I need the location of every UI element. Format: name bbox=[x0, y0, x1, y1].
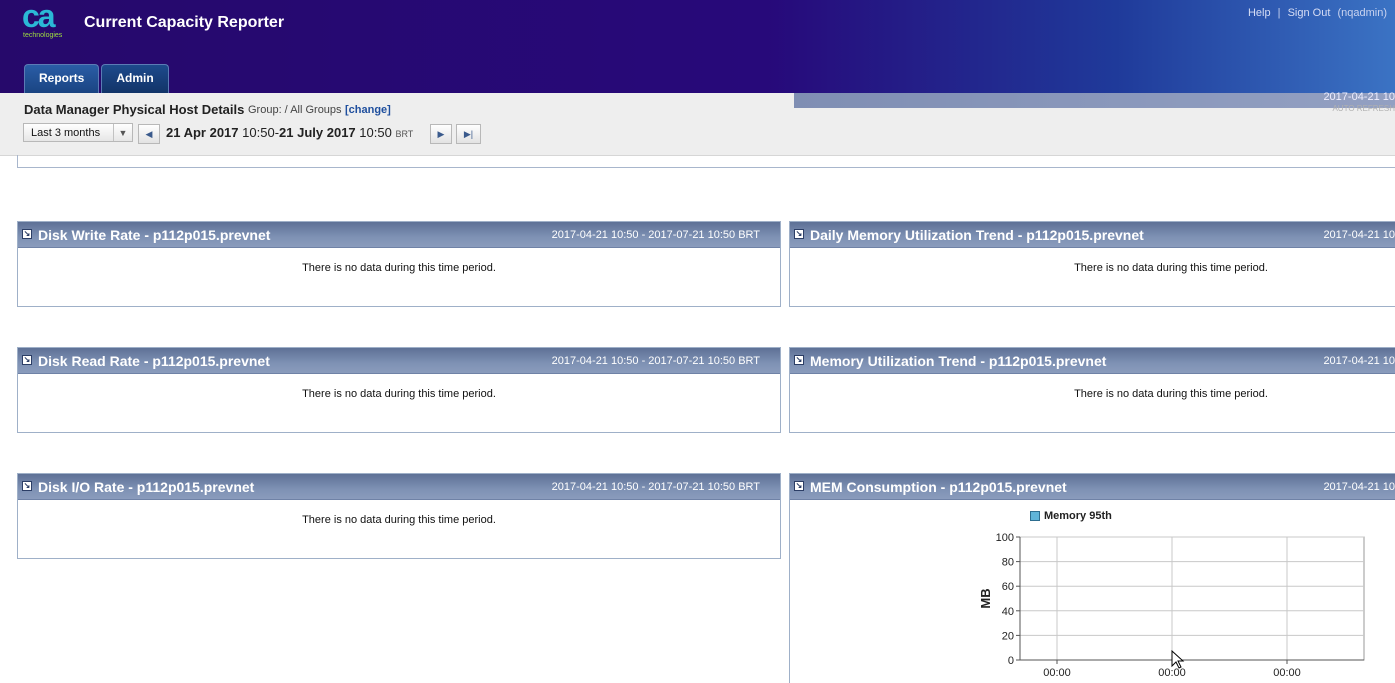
panel-header: ↘ Memory Utilization Trend - p112p015.pr… bbox=[790, 348, 1395, 374]
end-time: 10:50 bbox=[359, 125, 392, 140]
panel-title[interactable]: Disk Write Rate - p112p015.prevnet bbox=[38, 227, 270, 243]
panel-date-range: 2017-04-21 10:50 - 2017-07-21 10:50 BRT bbox=[551, 481, 760, 493]
sign-out-link[interactable]: Sign Out bbox=[1288, 7, 1331, 19]
time-range-select[interactable]: Last 3 months ▼ bbox=[23, 123, 133, 142]
panel-title[interactable]: MEM Consumption - p112p015.prevnet bbox=[810, 479, 1067, 495]
username-label: (nqadmin) bbox=[1337, 7, 1387, 19]
group-label: Group: / All Groups bbox=[248, 104, 342, 116]
expand-icon[interactable]: ↘ bbox=[22, 355, 32, 365]
right-header-stripe bbox=[794, 93, 1395, 108]
x-tick-label: 00:00 bbox=[1273, 667, 1301, 677]
y-tick-label: 100 bbox=[996, 532, 1014, 544]
panel-date-range: 2017-04-21 10 bbox=[1323, 355, 1395, 367]
legend-swatch bbox=[1030, 511, 1040, 522]
panel-title[interactable]: Disk Read Rate - p112p015.prevnet bbox=[38, 353, 270, 369]
right-date-label: 2017-04-21 10 bbox=[1323, 91, 1395, 103]
tab-reports[interactable]: Reports bbox=[24, 64, 100, 93]
panel-title[interactable]: Memory Utilization Trend - p112p015.prev… bbox=[810, 353, 1106, 369]
logo-subtext: technologies bbox=[23, 32, 63, 39]
chevron-down-icon: ▼ bbox=[113, 124, 132, 141]
previous-panel-edge bbox=[17, 155, 1395, 168]
x-tick-label: 00:00 bbox=[1043, 667, 1071, 677]
no-data-message: There is no data during this time period… bbox=[302, 388, 496, 400]
tab-admin[interactable]: Admin bbox=[101, 64, 169, 93]
app-title: Current Capacity Reporter bbox=[84, 14, 285, 31]
expand-icon[interactable]: ↘ bbox=[22, 481, 32, 491]
panel-date-range: 2017-04-21 10:50 - 2017-07-21 10:50 BRT bbox=[551, 229, 760, 241]
panel-date-range: 2017-04-21 10:50 - 2017-07-21 10:50 BRT bbox=[551, 355, 760, 367]
panel-header: ↘ Disk Read Rate - p112p015.prevnet 2017… bbox=[18, 348, 780, 374]
panel-disk-read-rate: ↘ Disk Read Rate - p112p015.prevnet 2017… bbox=[17, 347, 781, 433]
mem-consumption-chart: 02040608010000:00 00:00 00:00MB bbox=[978, 532, 1365, 677]
start-time: 10:50 bbox=[242, 125, 275, 140]
y-tick-label: 40 bbox=[1002, 606, 1014, 618]
chart-legend: Memory 95th bbox=[1030, 510, 1112, 522]
panel-title[interactable]: Daily Memory Utilization Trend - p112p01… bbox=[810, 227, 1144, 243]
panel-header: ↘ Daily Memory Utilization Trend - p112p… bbox=[790, 222, 1395, 248]
panel-daily-memory-utilization: ↘ Daily Memory Utilization Trend - p112p… bbox=[789, 221, 1395, 307]
expand-icon[interactable]: ↘ bbox=[22, 229, 32, 239]
panel-header: ↘ Disk Write Rate - p112p015.prevnet 201… bbox=[18, 222, 780, 248]
no-data-message: There is no data during this time period… bbox=[302, 514, 496, 526]
y-tick-label: 0 bbox=[1008, 655, 1014, 667]
next-period-button[interactable]: ▶ bbox=[430, 124, 452, 144]
main-tabs: Reports Admin bbox=[24, 64, 171, 93]
auto-refresh-label[interactable]: AUTO REFRESH bbox=[1332, 104, 1395, 113]
expand-icon[interactable]: ↘ bbox=[794, 481, 804, 491]
y-tick-label: 60 bbox=[1002, 581, 1014, 593]
panel-date-range: 2017-04-21 10 bbox=[1323, 229, 1395, 241]
panel-memory-utilization-trend: ↘ Memory Utilization Trend - p112p015.pr… bbox=[789, 347, 1395, 433]
panel-title[interactable]: Disk I/O Rate - p112p015.prevnet bbox=[38, 479, 254, 495]
next-arrow-icon: ▶ bbox=[437, 129, 445, 139]
expand-icon[interactable]: ↘ bbox=[794, 229, 804, 239]
y-tick-label: 20 bbox=[1002, 630, 1014, 642]
start-date: 21 Apr 2017 bbox=[166, 125, 239, 140]
panel-date-range: 2017-04-21 10 bbox=[1323, 481, 1395, 493]
no-data-message: There is no data during this time period… bbox=[1074, 262, 1268, 274]
timezone-label: BRT bbox=[395, 129, 414, 139]
last-arrow-icon: ▶| bbox=[463, 129, 474, 139]
prev-arrow-icon: ◀ bbox=[145, 129, 153, 139]
no-data-message: There is no data during this time period… bbox=[1074, 388, 1268, 400]
last-period-button[interactable]: ▶| bbox=[456, 124, 481, 144]
ca-logo[interactable]: ca technologies bbox=[22, 0, 68, 42]
logo-mark: ca bbox=[22, 0, 56, 34]
top-links: Help | Sign Out (nqadmin) bbox=[1246, 7, 1389, 19]
panel-header: ↘ Disk I/O Rate - p112p015.prevnet 2017-… bbox=[18, 474, 780, 500]
legend-label: Memory 95th bbox=[1044, 510, 1112, 522]
app-header: ca technologies Current Capacity Reporte… bbox=[0, 0, 1395, 93]
y-tick-label: 80 bbox=[1002, 557, 1014, 569]
page-title: Data Manager Physical Host Details bbox=[24, 102, 245, 117]
change-group-link[interactable]: [change] bbox=[345, 104, 391, 116]
no-data-message: There is no data during this time period… bbox=[302, 262, 496, 274]
panel-disk-io-rate: ↘ Disk I/O Rate - p112p015.prevnet 2017-… bbox=[17, 473, 781, 559]
panel-header: ↘ MEM Consumption - p112p015.prevnet 201… bbox=[790, 474, 1395, 500]
previous-period-button[interactable]: ◀ bbox=[138, 124, 160, 144]
date-range-display: 21 Apr 2017 10:50-21 July 2017 10:50 BRT bbox=[166, 125, 413, 140]
time-range-value: Last 3 months bbox=[31, 127, 101, 139]
panel-disk-write-rate: ↘ Disk Write Rate - p112p015.prevnet 201… bbox=[17, 221, 781, 307]
help-link[interactable]: Help bbox=[1248, 7, 1271, 19]
end-date: 21 July 2017 bbox=[279, 125, 356, 140]
plot-area bbox=[1019, 536, 1365, 661]
y-axis-label: MB bbox=[978, 588, 993, 608]
mouse-cursor-icon bbox=[1171, 650, 1185, 669]
expand-icon[interactable]: ↘ bbox=[794, 355, 804, 365]
link-separator: | bbox=[1277, 7, 1281, 19]
